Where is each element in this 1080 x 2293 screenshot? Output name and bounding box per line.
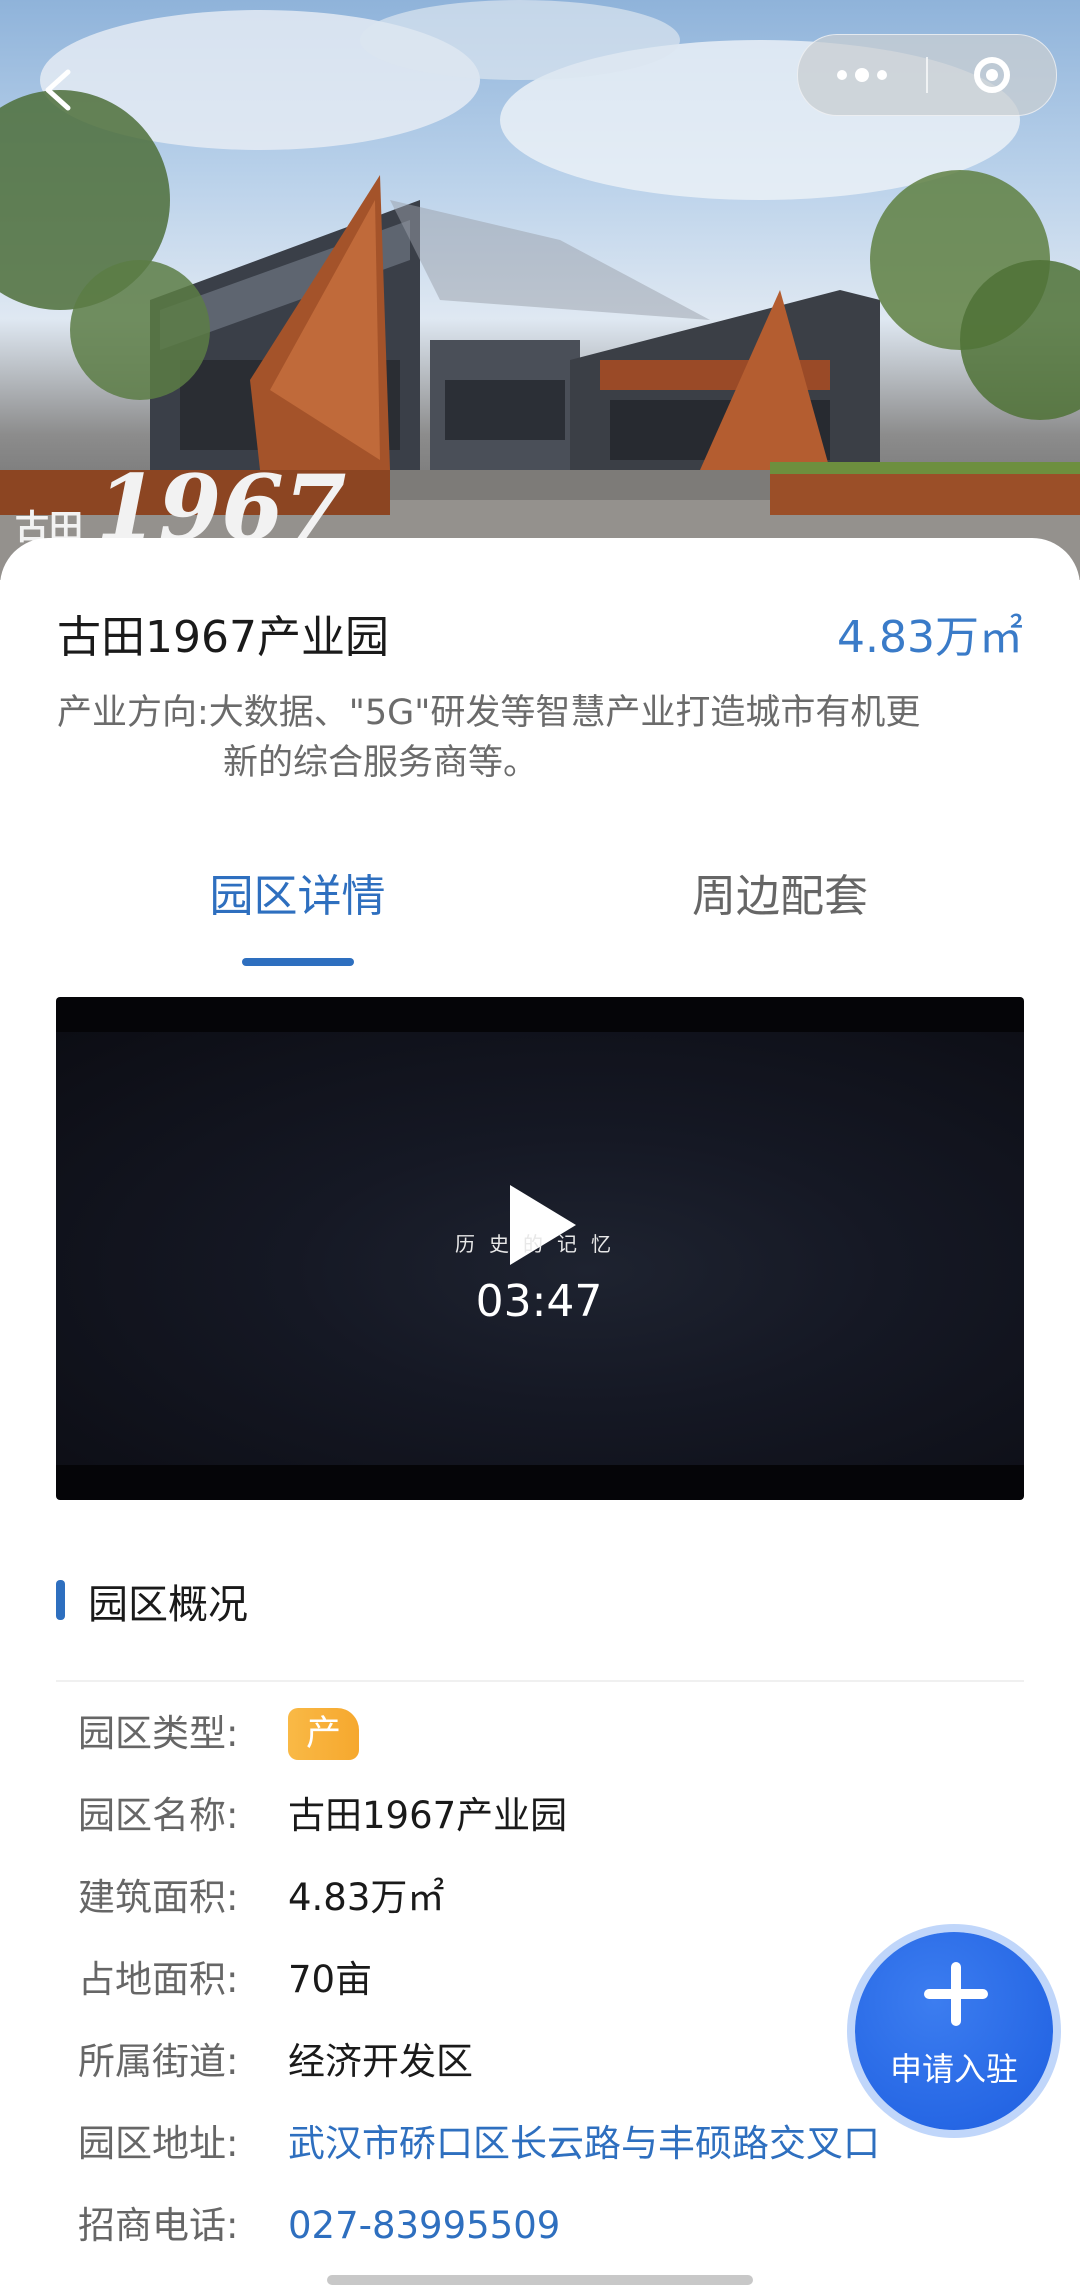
target-close-icon: [974, 57, 1010, 93]
more-dots-icon-right: [877, 70, 887, 80]
info-label: 园区类型:: [78, 1712, 239, 1755]
section-divider: [56, 1680, 1024, 1682]
info-label: 园区名称:: [78, 1794, 239, 1837]
park-area: 4.83万㎡: [837, 612, 1023, 663]
section-accent-bar: [56, 1580, 65, 1620]
video-caption: 历史的记忆: [455, 1232, 625, 1256]
industry-direction-line1: 产业方向:大数据、"5G"研发等智慧产业打造城市有机更: [57, 693, 921, 733]
park-title: 古田1967产业园: [57, 612, 389, 663]
info-value: 古田1967产业园: [288, 1794, 568, 1837]
video-duration: 03:47: [475, 1276, 603, 1327]
back-button[interactable]: [30, 60, 90, 120]
info-value: 经济开发区: [288, 2040, 473, 2083]
tab-park-details[interactable]: 园区详情: [180, 860, 415, 950]
address-link[interactable]: 武汉市硚口区长云路与丰硕路交叉口: [288, 2114, 880, 2174]
phone-link[interactable]: 027-83995509: [288, 2196, 560, 2256]
info-label: 所属街道:: [78, 2040, 239, 2083]
industry-direction: 产业方向:大数据、"5G"研发等智慧产业打造城市有机更 新的综合服务商等。: [57, 688, 1023, 788]
tab-bar: 园区详情 周边配套: [0, 860, 1080, 970]
info-label: 建筑面积:: [78, 1876, 239, 1919]
tab-surrounding-facilities[interactable]: 周边配套: [660, 860, 900, 950]
info-label: 园区地址:: [78, 2122, 239, 2165]
more-dots-icon: [837, 70, 847, 80]
info-label: 占地面积:: [78, 1958, 239, 2001]
home-indicator[interactable]: [327, 2275, 753, 2285]
apply-entry-button[interactable]: 申请入驻: [855, 1932, 1053, 2130]
park-header: 古田1967产业园 4.83万㎡: [57, 595, 1023, 665]
info-value: 4.83万㎡: [288, 1876, 445, 1919]
close-button[interactable]: [928, 35, 1056, 115]
more-dots-icon-center: [855, 68, 869, 82]
park-type-tag: 产业园区: [288, 1708, 360, 1910]
active-tab-indicator: [242, 958, 354, 966]
miniprogram-capsule: [797, 34, 1057, 116]
apply-entry-label: 申请入驻: [889, 2050, 1018, 2088]
section-title-overview: 园区概况: [88, 1582, 248, 1628]
more-button[interactable]: [798, 35, 926, 115]
industry-direction-line2: 新的综合服务商等。: [223, 743, 539, 783]
chevron-left-icon: [45, 69, 71, 111]
info-value: 70亩: [288, 1958, 373, 2001]
info-label: 招商电话:: [78, 2204, 239, 2247]
plus-icon-v: [951, 1962, 961, 2026]
